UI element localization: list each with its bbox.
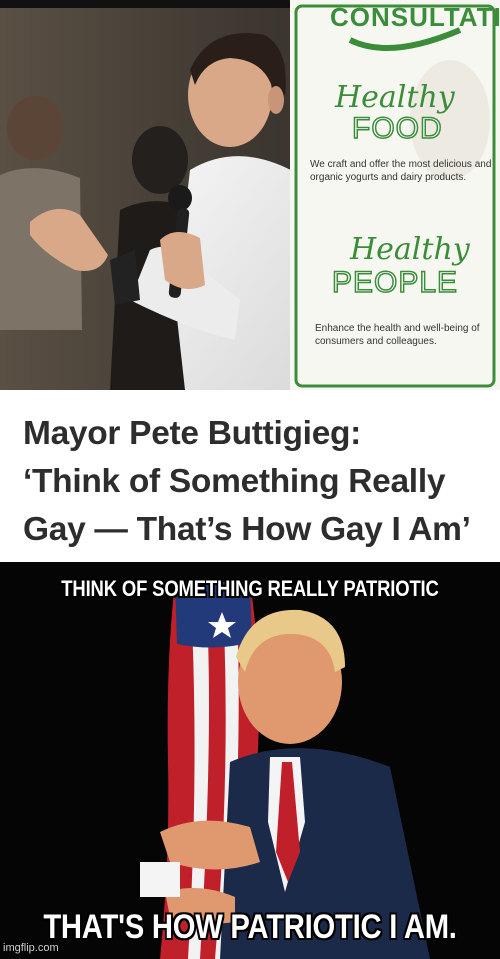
headline-line-1: Mayor Pete Buttigieg:	[23, 415, 362, 452]
background-sign: CONSULTATION Healthy FOOD We craft and o…	[290, 0, 500, 390]
watermark: imgflip.com	[3, 942, 59, 954]
headline-line-3: Gay — That’s How Gay I Am’	[23, 511, 471, 548]
sign-heading-healthy-food-2: FOOD	[351, 111, 443, 146]
headline-text: Mayor Pete Buttigieg: ‘Think of Somethin…	[23, 410, 471, 554]
sign-heading-healthy-food-1: Healthy	[335, 80, 455, 115]
sign-paragraph-1: We craft and offer the most delicious an…	[310, 159, 492, 183]
caption-bottom: THAT'S HOW PATRIOTIC I AM.	[43, 908, 457, 946]
meme-image: CONSULTATION Healthy FOOD We craft and o…	[0, 0, 500, 959]
headline-line-2: ‘Think of Something Really	[23, 463, 446, 500]
sign-heading-healthy-people-1: Healthy	[350, 232, 470, 267]
headline-panel: Mayor Pete Buttigieg: ‘Think of Somethin…	[0, 390, 500, 562]
speaker-photo: CONSULTATION Healthy FOOD We craft and o…	[0, 0, 500, 390]
sign-banner-text: CONSULTATION	[330, 2, 500, 32]
caption-top: THINK OF SOMETHING REALLY PATRIOTIC	[61, 576, 439, 601]
flag-hug-scene	[0, 562, 500, 959]
sign-paragraph-2: Enhance the health and well-being of con…	[315, 323, 480, 347]
flag-photo: THINK OF SOMETHING REALLY PATRIOTIC THAT…	[0, 562, 500, 959]
sign-heading-healthy-people-2: PEOPLE	[331, 265, 459, 300]
